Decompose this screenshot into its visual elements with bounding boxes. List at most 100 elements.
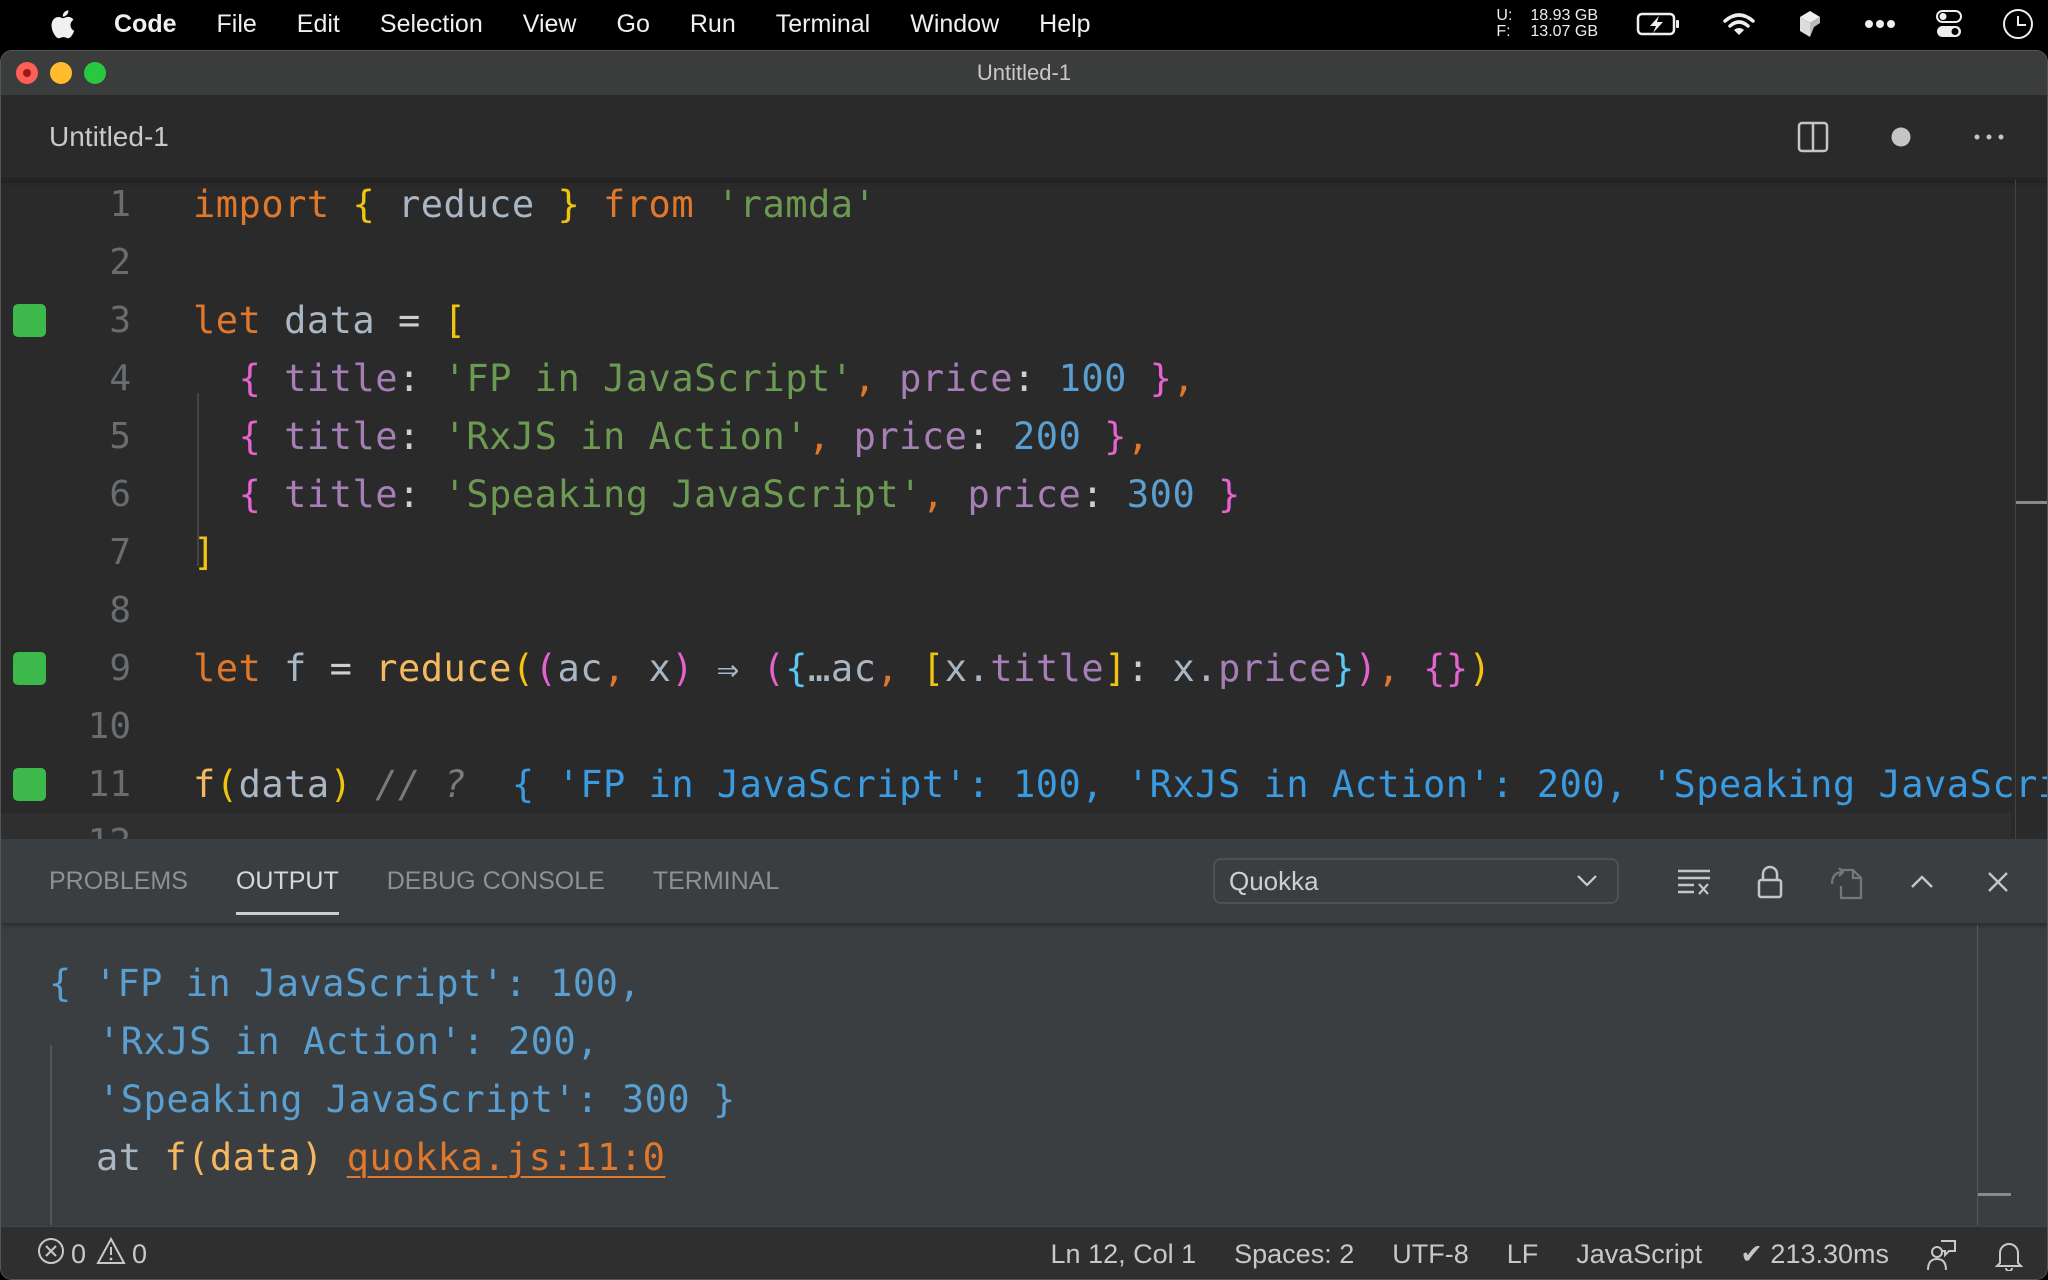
code-line[interactable]: 5 { title: 'RxJS in Action', price: 200 … <box>1 407 2011 465</box>
error-icon <box>37 1237 65 1272</box>
line-number: 1 <box>109 183 131 225</box>
notifications-bell-icon[interactable] <box>1995 1239 2023 1271</box>
menu-edit[interactable]: Edit <box>277 10 360 39</box>
code-editor[interactable]: 1 import { reduce } from 'ramda' 2 3 let… <box>1 180 2047 839</box>
code-line[interactable]: 4 { title: 'FP in JavaScript', price: 10… <box>1 349 2011 407</box>
line-number: 3 <box>109 299 131 341</box>
code-text: import { reduce } from 'ramda' <box>193 182 877 226</box>
status-bar: 0 0 Ln 12, Col 1 Spaces: 2 UTF-8 LF Java… <box>1 1226 2047 1279</box>
code-line[interactable]: 8 <box>1 581 2011 639</box>
code-line[interactable]: 9 let f = reduce((ac, x) ⇒ ({…ac, [x.tit… <box>1 639 2011 697</box>
menu-window[interactable]: Window <box>890 10 1019 39</box>
code-line[interactable]: 1 import { reduce } from 'ramda' <box>1 180 2011 233</box>
memory-used-value: 18.93 GB <box>1530 7 1598 24</box>
feedback-icon[interactable] <box>1927 1239 1957 1271</box>
menu-file[interactable]: File <box>197 10 277 39</box>
chevron-down-icon <box>1575 869 1599 900</box>
code-line[interactable]: 11 f(data) // ? { 'FP in JavaScript': 10… <box>1 755 2047 813</box>
code-line-current[interactable]: 12 <box>1 813 2011 839</box>
macos-menu-bar: Code File Edit Selection View Go Run Ter… <box>0 0 2048 48</box>
tab-output[interactable]: OUTPUT <box>235 839 339 924</box>
line-number: 6 <box>109 473 131 515</box>
code-text: { title: 'RxJS in Action', price: 200 }, <box>238 414 1150 458</box>
panel-header: PROBLEMS OUTPUT DEBUG CONSOLE TERMINAL Q… <box>1 839 2047 924</box>
scrollbar-marker <box>1978 1193 2011 1196</box>
code-line[interactable]: 6 { title: 'Speaking JavaScript', price:… <box>1 465 2011 523</box>
code-line[interactable]: 2 <box>1 233 2011 291</box>
quokka-coverage-marker <box>13 303 46 337</box>
tab-problems[interactable]: PROBLEMS <box>49 839 188 924</box>
control-center-icon[interactable] <box>1936 9 1962 39</box>
more-icon[interactable] <box>1864 19 1896 29</box>
menu-run[interactable]: Run <box>670 10 756 39</box>
window-title: Untitled-1 <box>976 60 1072 85</box>
indentation-setting[interactable]: Spaces: 2 <box>1234 1239 1354 1270</box>
output-scrollbar[interactable] <box>1977 925 2011 1225</box>
warning-count: 0 <box>132 1238 148 1269</box>
line-number: 10 <box>87 705 131 747</box>
memory-free-label: F: <box>1496 23 1511 40</box>
maximize-panel-icon[interactable] <box>1884 861 1960 903</box>
code-text: f(data) // ? { 'FP in JavaScript': 100, … <box>193 762 2047 806</box>
output-line: 'RxJS in Action': 200, <box>98 1019 600 1063</box>
output-at: at <box>96 1135 142 1179</box>
warning-icon <box>96 1236 126 1272</box>
output-line: { 'FP in JavaScript': 100, <box>49 961 642 1005</box>
output-channel-value: Quokka <box>1229 865 1319 896</box>
output-content[interactable]: { 'FP in JavaScript': 100, 'RxJS in Acti… <box>1 925 2011 1225</box>
bottom-panel: PROBLEMS OUTPUT DEBUG CONSOLE TERMINAL Q… <box>1 839 2047 1226</box>
scrollbar-marker <box>2016 501 2047 504</box>
output-call: f(data) <box>164 1135 324 1179</box>
code-text: let data = [ <box>193 298 467 342</box>
memory-status[interactable]: U: 18.93 GB F: 13.07 GB <box>1496 8 1598 40</box>
close-panel-icon[interactable] <box>1960 861 2036 903</box>
battery-charging-icon[interactable] <box>1636 11 1682 37</box>
clear-output-icon[interactable] <box>1656 861 1732 903</box>
vscode-window: Untitled-1 Untitled-1 1 import { reduce … <box>0 50 2048 1280</box>
output-line: 'Speaking JavaScript': 300 } <box>98 1077 736 1121</box>
wifi-icon[interactable] <box>1722 11 1756 37</box>
menu-go[interactable]: Go <box>597 10 670 39</box>
menu-help[interactable]: Help <box>1019 10 1110 39</box>
tab-debug-console[interactable]: DEBUG CONSOLE <box>387 839 605 924</box>
indent-guide <box>50 1045 52 1225</box>
quokka-timing[interactable]: ✔ 213.30ms <box>1740 1239 1889 1270</box>
cursor-position[interactable]: Ln 12, Col 1 <box>1051 1239 1197 1270</box>
tab-untitled-1[interactable]: Untitled-1 <box>49 121 169 153</box>
source-location-link[interactable]: quokka.js:11:0 <box>347 1136 666 1179</box>
code-line[interactable]: 10 <box>1 697 2011 755</box>
output-channel-select[interactable]: Quokka <box>1213 858 1619 904</box>
lock-scroll-icon[interactable] <box>1732 861 1808 903</box>
line-number: 5 <box>109 415 131 457</box>
quokka-coverage-marker <box>13 767 46 801</box>
language-mode[interactable]: JavaScript <box>1576 1239 1702 1270</box>
unsaved-dot-icon[interactable] <box>1883 119 1919 155</box>
editor-tab-bar: Untitled-1 <box>1 95 2047 179</box>
line-number: 2 <box>109 241 131 283</box>
cube-icon[interactable] <box>1796 9 1824 39</box>
more-actions-icon[interactable] <box>1971 119 2007 155</box>
open-in-editor-icon[interactable] <box>1808 861 1884 903</box>
code-text: { title: 'FP in JavaScript', price: 100 … <box>238 356 1196 400</box>
code-line[interactable]: 3 let data = [ <box>1 291 2011 349</box>
code-text: ] <box>193 530 216 574</box>
menu-view[interactable]: View <box>503 10 597 39</box>
apple-logo-icon[interactable] <box>42 9 82 39</box>
problems-status[interactable]: 0 0 <box>37 1236 148 1272</box>
code-line[interactable]: 7 ] <box>1 523 2011 581</box>
line-number: 8 <box>109 589 131 631</box>
menu-terminal[interactable]: Terminal <box>756 10 890 39</box>
editor-scrollbar[interactable] <box>2015 180 2047 839</box>
line-number: 4 <box>109 357 131 399</box>
line-number: 7 <box>109 531 131 573</box>
inline-result: { 'FP in JavaScript': 100, 'RxJS in Acti… <box>511 762 2047 806</box>
line-ending[interactable]: LF <box>1507 1239 1539 1270</box>
clock-icon[interactable] <box>2002 8 2034 40</box>
tab-terminal[interactable]: TERMINAL <box>653 839 779 924</box>
split-editor-icon[interactable] <box>1795 119 1831 155</box>
title-bar: Untitled-1 <box>1 51 2047 95</box>
file-encoding[interactable]: UTF-8 <box>1392 1239 1469 1270</box>
menu-selection[interactable]: Selection <box>360 10 503 39</box>
line-number: 9 <box>109 647 131 689</box>
menu-app-name[interactable]: Code <box>94 10 197 39</box>
